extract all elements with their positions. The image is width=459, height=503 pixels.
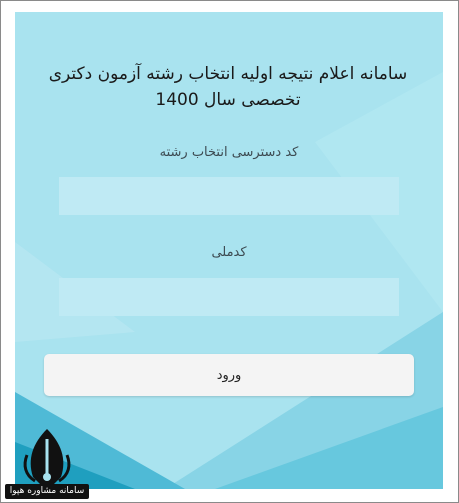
- national-code-label: کدملی: [211, 245, 247, 260]
- login-panel: سامانه اعلام نتیجه اولیه انتخاب رشته آزم…: [15, 12, 443, 489]
- login-window: سامانه اعلام نتیجه اولیه انتخاب رشته آزم…: [0, 0, 459, 503]
- login-button[interactable]: ورود: [44, 354, 414, 396]
- page-title: سامانه اعلام نتیجه اولیه انتخاب رشته آزم…: [48, 64, 408, 110]
- watermark-text: سامانه مشاوره هپوا: [5, 484, 89, 499]
- national-code-input[interactable]: [59, 278, 399, 316]
- access-code-label: کد دسترسی انتخاب رشته: [159, 145, 299, 160]
- access-code-input[interactable]: [59, 177, 399, 215]
